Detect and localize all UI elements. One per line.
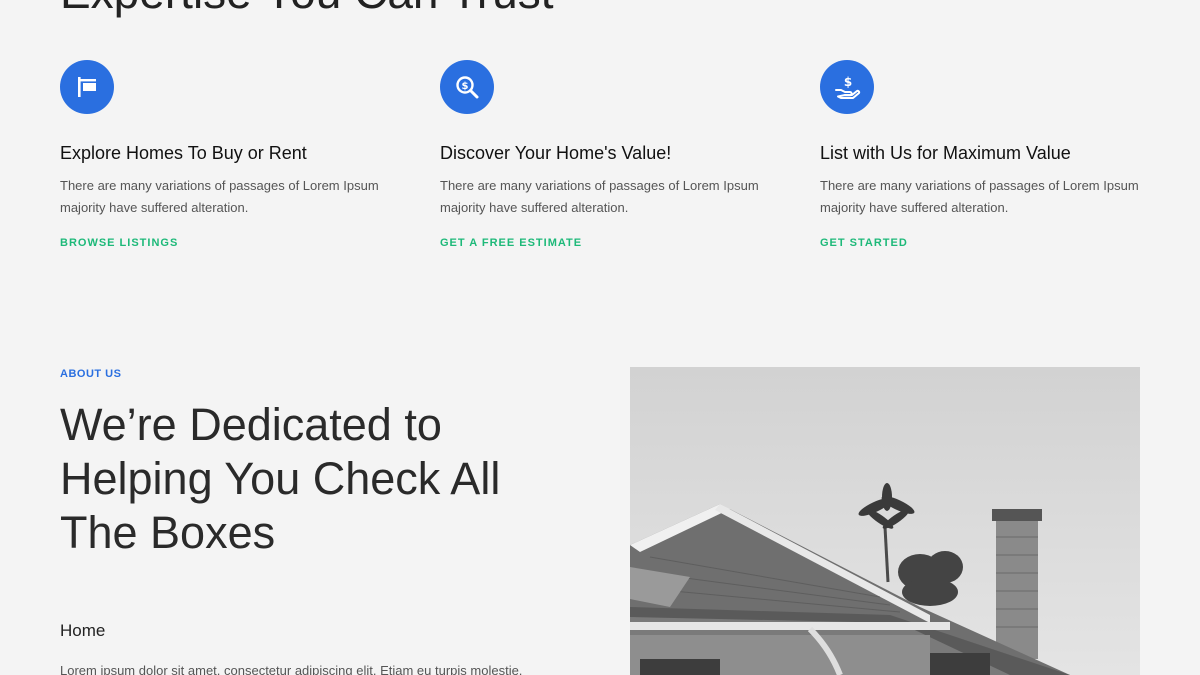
dollar-search-icon: $	[456, 76, 479, 99]
sign-icon	[78, 77, 96, 97]
feature-list-with-us: $ List with Us for Maximum Value There a…	[820, 60, 1160, 251]
about-subheading: Home	[60, 621, 106, 640]
get-started-link[interactable]: GET STARTED	[820, 237, 908, 249]
feature-icon-circle: $	[440, 60, 494, 114]
feature-description: There are many variations of passages of…	[60, 178, 379, 215]
svg-text:$: $	[844, 75, 852, 89]
feature-explore-homes: Explore Homes To Buy or Rent There are m…	[60, 60, 400, 251]
about-body: Lorem ipsum dolor sit amet, consectetur …	[60, 663, 523, 675]
feature-icon-circle	[60, 60, 114, 114]
svg-text:$: $	[462, 81, 469, 92]
hand-dollar-icon: $	[835, 75, 861, 99]
browse-listings-link[interactable]: BROWSE LISTINGS	[60, 237, 178, 249]
feature-icon-circle: $	[820, 60, 874, 114]
feature-description: There are many variations of passages of…	[820, 178, 1139, 215]
about-heading: We’re Dedicated to Helping You Check All…	[60, 399, 501, 558]
feature-description: There are many variations of passages of…	[440, 178, 759, 215]
feature-title: List with Us for Maximum Value	[820, 143, 1071, 163]
page: Expertise You Can Trust Explore Homes To…	[0, 0, 1200, 675]
feature-home-value: $ Discover Your Home's Value! There are …	[440, 60, 780, 251]
about-label: ABOUT US	[60, 368, 122, 380]
house-photo	[630, 367, 1140, 675]
feature-title: Explore Homes To Buy or Rent	[60, 143, 307, 163]
section-heading: Expertise You Can Trust	[60, 0, 554, 15]
feature-title: Discover Your Home's Value!	[440, 143, 672, 163]
free-estimate-link[interactable]: GET A FREE ESTIMATE	[440, 237, 582, 249]
